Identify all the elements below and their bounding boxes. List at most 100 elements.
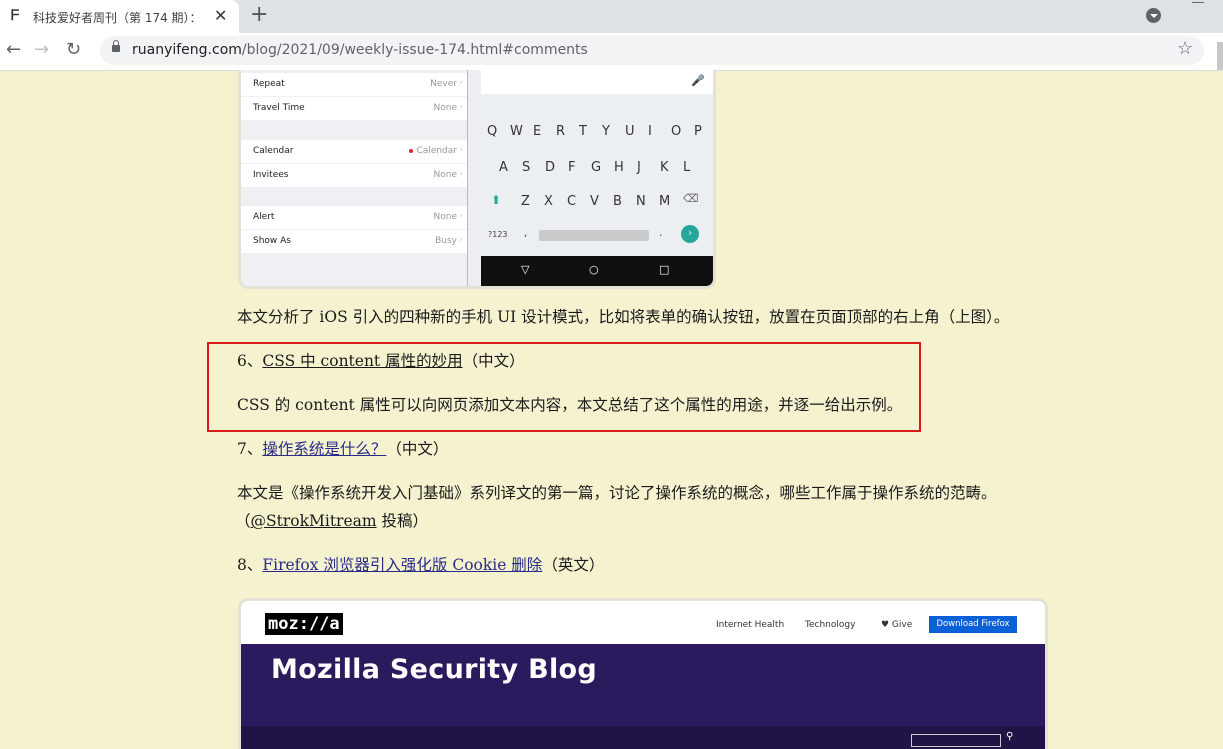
chevron-right-icon: › bbox=[459, 211, 463, 221]
item-language: （英文） bbox=[542, 556, 605, 574]
ios-row-value: Busy bbox=[435, 236, 457, 246]
address-bar[interactable]: ruanyifeng.com/blog/2021/09/weekly-issue… bbox=[100, 36, 1204, 65]
keyboard-key: E bbox=[533, 124, 542, 139]
keyboard-key: F bbox=[568, 160, 576, 175]
nav-home-icon: ○ bbox=[589, 263, 599, 276]
credit-open: （ bbox=[235, 512, 251, 530]
keyboard-key: T bbox=[579, 124, 587, 139]
browser-tab[interactable]: ᖴ 科技爱好者周刊（第 174 期）： ✕ bbox=[0, 0, 239, 33]
paragraph-ios-patterns: 本文分析了 iOS 引入的四种新的手机 UI 设计模式，比如将表单的确认按钮，放… bbox=[237, 308, 1010, 326]
calendar-color-dot bbox=[408, 148, 413, 153]
keyboard-key: M bbox=[659, 194, 671, 209]
moz-sub-banner: ⚲ bbox=[241, 726, 1045, 749]
moz-download-button: Download Firefox bbox=[929, 616, 1017, 633]
keyboard-key: U bbox=[625, 124, 635, 139]
ios-row-invitees: Invitees None › bbox=[241, 164, 467, 187]
keyboard-key: H bbox=[614, 160, 624, 175]
article-content: Repeat Never › Travel Time None › Calend… bbox=[0, 70, 1223, 749]
keyboard-key: Q bbox=[487, 124, 498, 139]
forward-button[interactable]: → bbox=[34, 39, 49, 60]
android-nav-bar: ▽ ○ □ bbox=[481, 256, 713, 286]
site-favicon-icon: ᖴ bbox=[11, 8, 20, 24]
contributor-link[interactable]: @StrokMitream bbox=[251, 512, 377, 530]
keyboard-key: A bbox=[499, 160, 508, 175]
symbols-key: ?123 bbox=[488, 230, 508, 239]
tab-search-icon[interactable] bbox=[1146, 8, 1161, 23]
ios-row-label: Travel Time bbox=[253, 103, 305, 113]
back-button[interactable]: ← bbox=[6, 39, 21, 60]
ios-row-label: Invitees bbox=[253, 170, 289, 180]
ios-row-travel-time: Travel Time None › bbox=[241, 97, 467, 120]
moz-nav-give: ♥ Give bbox=[881, 620, 913, 630]
item-7-link[interactable]: 操作系统是什么？ bbox=[262, 440, 386, 458]
keyboard-key: J bbox=[637, 160, 641, 175]
ios-ui-screenshot: Repeat Never › Travel Time None › Calend… bbox=[238, 70, 716, 289]
url-text[interactable]: ruanyifeng.com/blog/2021/09/weekly-issue… bbox=[132, 42, 588, 58]
ios-row-label: Calendar bbox=[253, 146, 294, 156]
ios-form-panel: Repeat Never › Travel Time None › Calend… bbox=[241, 70, 468, 286]
ios-row-label: Show As bbox=[253, 236, 291, 246]
keyboard-key: B bbox=[613, 194, 622, 209]
ios-row-repeat: Repeat Never › bbox=[241, 73, 467, 96]
ios-row-calendar: Calendar Calendar › bbox=[241, 140, 467, 163]
item-number: 6、 bbox=[237, 352, 263, 370]
chevron-right-icon: › bbox=[459, 102, 463, 112]
comma-key: , bbox=[524, 226, 528, 239]
ios-row-value: None bbox=[433, 212, 457, 222]
keyboard-key: R bbox=[556, 124, 566, 139]
search-icon: ⚲ bbox=[1006, 731, 1014, 742]
ios-row-value: None bbox=[433, 103, 457, 113]
keyboard-key: X bbox=[544, 194, 553, 209]
spacebar-key bbox=[539, 230, 649, 241]
keyboard-key: W bbox=[510, 124, 523, 139]
keyboard-key: G bbox=[591, 160, 602, 175]
shift-key-icon: ⬆ bbox=[491, 193, 502, 207]
close-tab-icon[interactable]: ✕ bbox=[214, 6, 227, 25]
ios-row-label: Alert bbox=[253, 212, 275, 222]
keyboard-key: K bbox=[660, 160, 669, 175]
moz-hero-title: Mozilla Security Blog bbox=[271, 654, 597, 685]
android-keyboard-panel: 🎤 QWERTYUIOP ASDFGHJKL ZXCVBNM ⬆ ⌫ ?123 … bbox=[481, 70, 713, 286]
ios-row-show-as: Show As Busy › bbox=[241, 230, 467, 253]
chevron-right-icon: › bbox=[459, 78, 463, 88]
keyboard-key: P bbox=[694, 124, 702, 139]
credit-close: 投稿） bbox=[376, 512, 429, 530]
calendar-value: Calendar bbox=[416, 146, 457, 156]
nav-back-icon: ▽ bbox=[521, 263, 530, 276]
keyboard-key: L bbox=[683, 160, 691, 175]
keyboard-key: V bbox=[590, 194, 599, 209]
reload-button[interactable]: ↻ bbox=[66, 39, 81, 60]
mozilla-logo: moz://a bbox=[265, 613, 343, 635]
keyboard-suggestion-strip: 🎤 bbox=[481, 70, 713, 94]
tab-title: 科技爱好者周刊（第 174 期）： bbox=[33, 11, 202, 25]
ios-row-value: Never bbox=[430, 79, 457, 89]
item-6-description: CSS 的 content 属性可以向网页添加文本内容，本文总结了这个属性的用途… bbox=[237, 396, 903, 414]
window-minimize-icon[interactable] bbox=[1192, 2, 1204, 3]
item-7-description: 本文是《操作系统开发入门基础》系列译文的第一篇，讨论了操作系统的概念，哪些工作属… bbox=[237, 484, 997, 502]
moz-nav-internet-health: Internet Health bbox=[716, 620, 785, 630]
item-6-heading: 6、CSS 中 content 属性的妙用（中文） bbox=[237, 347, 525, 375]
enter-key-icon: › bbox=[681, 225, 699, 243]
keyboard-key: O bbox=[671, 124, 682, 139]
item-language: （中文） bbox=[386, 440, 449, 458]
chevron-right-icon: › bbox=[459, 235, 463, 245]
scrollbar-thumb[interactable] bbox=[1217, 42, 1223, 70]
item-8-link[interactable]: Firefox 浏览器引入强化版 Cookie 删除 bbox=[262, 556, 542, 574]
tab-strip: ᖴ 科技爱好者周刊（第 174 期）： ✕ + bbox=[0, 0, 1223, 33]
item-language: （中文） bbox=[462, 352, 525, 370]
bookmark-star-icon[interactable]: ☆ bbox=[1177, 38, 1193, 59]
item-8-heading: 8、Firefox 浏览器引入强化版 Cookie 删除（英文） bbox=[237, 551, 604, 579]
keyboard-key: N bbox=[636, 194, 646, 209]
ios-row-value: None bbox=[433, 170, 457, 180]
chevron-right-icon: › bbox=[459, 145, 463, 155]
lock-icon[interactable] bbox=[112, 40, 120, 52]
new-tab-button[interactable]: + bbox=[250, 2, 268, 27]
item-6-link[interactable]: CSS 中 content 属性的妙用 bbox=[262, 352, 462, 370]
item-7-heading: 7、操作系统是什么？（中文） bbox=[237, 435, 448, 463]
ios-row-value: Calendar bbox=[408, 146, 457, 156]
ios-row-label: Repeat bbox=[253, 79, 285, 89]
microphone-icon: 🎤 bbox=[691, 74, 705, 87]
keyboard-key: S bbox=[522, 160, 531, 175]
ios-row-alert: Alert None › bbox=[241, 206, 467, 229]
keyboard-key: Y bbox=[602, 124, 610, 139]
